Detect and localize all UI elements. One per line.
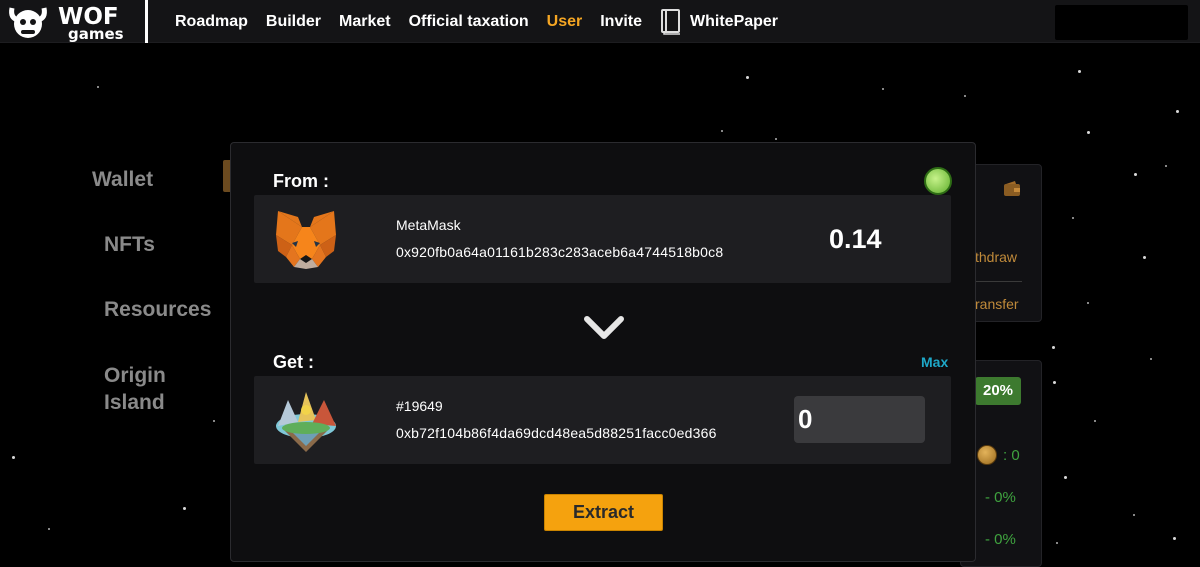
extract-modal: From : MetaMask 0x920fb0a64a01161b283c28… [230,142,976,562]
wallet-icon [1004,181,1020,196]
nav-invite[interactable]: Invite [600,13,642,31]
max-button[interactable]: Max [921,354,948,370]
withdraw-link[interactable]: thdraw [975,249,1017,265]
get-row: #19649 0xb72f104b86f4da69dcd48ea5d88251f… [254,376,951,464]
from-label: From : [273,171,329,191]
wof-games-logo[interactable]: WOF games [6,2,146,43]
panel-divider [972,281,1022,282]
top-nav-bar: WOF games Roadmap Builder Market Officia… [0,0,1200,43]
sidebar-item-origin-island[interactable]: Origin Island [104,362,204,416]
get-token-id: #19649 [396,398,443,414]
book-icon [661,8,681,35]
coin-icon [977,445,997,465]
from-amount: 0.14 [829,224,882,254]
transfer-link[interactable]: ransfer [975,296,1019,312]
percent-value-2: - 0% [985,531,1016,548]
get-contract-address: 0xb72f104b86f4da69dcd48ea5d88251facc0ed3… [396,425,717,441]
nav-official-taxation[interactable]: Official taxation [409,13,529,31]
extract-button[interactable]: Extract [544,494,663,531]
nav-whitepaper[interactable]: WhitePaper [660,8,779,35]
from-row: MetaMask 0x920fb0a64a01161b283c283aceb6a… [254,195,951,283]
tax-rate-badge: 20% [975,377,1021,405]
frog-icon[interactable] [924,167,952,195]
main-nav: Roadmap Builder Market Official taxation… [175,0,796,43]
connect-wallet-button[interactable] [1055,5,1188,40]
from-wallet-name: MetaMask [396,217,461,233]
get-label: Get : [273,352,315,372]
nav-market[interactable]: Market [339,13,391,31]
nav-roadmap[interactable]: Roadmap [175,13,248,31]
coin-value: : 0 [1003,447,1020,464]
whitepaper-label: WhitePaper [690,12,779,30]
chevron-down-icon [584,316,624,339]
svg-text:games: games [68,25,124,42]
nav-builder[interactable]: Builder [266,13,321,31]
nav-user[interactable]: User [547,13,583,31]
sidebar-item-resources[interactable]: Resources [104,296,211,323]
sidebar-item-nfts[interactable]: NFTs [104,231,155,258]
from-wallet-address: 0x920fb0a64a01161b283c283aceb6a4744518b0… [396,244,724,260]
percent-value-1: - 0% [985,489,1016,506]
island-icon [276,392,336,452]
sidebar-item-wallet[interactable]: Wallet [92,166,153,193]
logo-divider [145,0,148,43]
metamask-fox-icon [276,211,336,269]
extract-amount-input[interactable] [794,396,925,443]
